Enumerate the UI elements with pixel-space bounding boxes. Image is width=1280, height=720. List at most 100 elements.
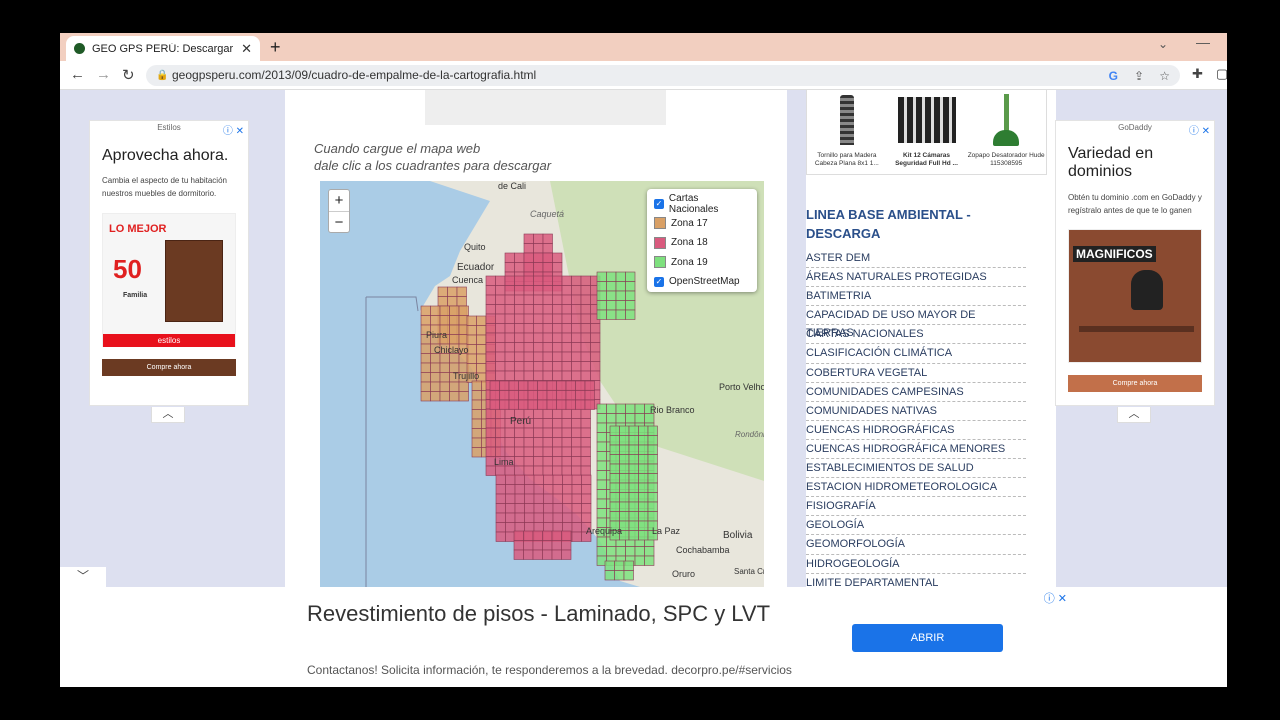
zone-19-cell[interactable]	[614, 560, 625, 571]
zone-18-cell[interactable]	[495, 484, 506, 495]
ad-image[interactable]: LO MEJOR 50 Familia estilos	[102, 212, 236, 347]
collapse-ad-chevron-icon[interactable]: ︿	[151, 407, 185, 423]
sidebar-link[interactable]: HIDROGEOLOGÍA	[806, 555, 1026, 574]
zone-17-cell[interactable]	[420, 372, 431, 383]
zone-17-cell[interactable]	[430, 372, 441, 383]
zone-19-cell[interactable]	[628, 444, 639, 455]
zone-18-cell[interactable]	[571, 522, 582, 533]
zone-18-cell[interactable]	[590, 370, 601, 381]
sidebar-link[interactable]: CLASIFICACIÓN CLIMÁTICA	[806, 344, 1026, 364]
zone-18-cell[interactable]	[571, 294, 582, 305]
zone-18-cell[interactable]	[542, 540, 553, 551]
ad-headline[interactable]: Aprovecha ahora.	[102, 147, 236, 165]
zone-18-cell[interactable]	[523, 275, 534, 286]
zone-18-cell[interactable]	[561, 323, 572, 334]
zone-18-cell[interactable]	[551, 540, 562, 551]
zone-18-cell[interactable]	[580, 418, 591, 429]
zone-18-cell[interactable]	[495, 418, 506, 429]
zone-18-cell[interactable]	[523, 313, 534, 324]
zone-18-cell[interactable]	[495, 351, 506, 362]
zone-18-cell[interactable]	[514, 427, 525, 438]
zone-18-cell[interactable]	[505, 512, 516, 523]
zone-18-cell[interactable]	[485, 370, 496, 381]
zone-18-cell[interactable]	[581, 503, 592, 514]
zone-18-cell[interactable]	[495, 446, 506, 457]
zone-18-cell[interactable]	[524, 493, 535, 504]
zone-18-cell[interactable]	[504, 262, 515, 273]
zone-18-cell[interactable]	[552, 285, 563, 296]
zone-17-cell[interactable]	[456, 296, 467, 307]
zoom-in-button[interactable]: +	[329, 190, 349, 211]
zone-18-cell[interactable]	[580, 313, 591, 324]
zone-19-cell[interactable]	[628, 520, 639, 531]
zone-18-cell[interactable]	[581, 493, 592, 504]
zone-18-cell[interactable]	[504, 342, 515, 353]
sidebar-link[interactable]: FISIOGRAFÍA	[806, 497, 1026, 517]
zone-18-cell[interactable]	[571, 427, 582, 438]
zone-17-cell[interactable]	[439, 362, 450, 373]
zone-18-cell[interactable]	[533, 427, 544, 438]
back-icon[interactable]: ←	[70, 66, 85, 83]
zone-17-cell[interactable]	[466, 325, 477, 336]
zone-18-cell[interactable]	[571, 370, 582, 381]
zone-18-cell[interactable]	[552, 332, 563, 343]
zone-18-cell[interactable]	[580, 437, 591, 448]
zone-18-cell[interactable]	[504, 332, 515, 343]
zone-17-cell[interactable]	[437, 286, 448, 297]
zone-18-cell[interactable]	[533, 522, 544, 533]
zone-18-cell[interactable]	[571, 361, 582, 372]
zone-19-cell[interactable]	[638, 501, 649, 512]
zone-17-cell[interactable]	[430, 315, 441, 326]
zone-18-cell[interactable]	[590, 332, 601, 343]
zone-18-cell[interactable]	[523, 540, 534, 551]
zone-19-cell[interactable]	[638, 482, 649, 493]
zone-18-cell[interactable]	[495, 437, 506, 448]
zone-18-cell[interactable]	[580, 456, 591, 467]
zone-19-cell[interactable]	[609, 454, 620, 465]
zone-19-cell[interactable]	[625, 309, 636, 320]
zone-18-cell[interactable]	[533, 474, 544, 485]
zone-18-cell[interactable]	[571, 313, 582, 324]
zone-18-cell[interactable]	[542, 456, 553, 467]
zone-19-cell[interactable]	[628, 473, 639, 484]
zone-18-cell[interactable]	[518, 380, 529, 391]
side-panel-icon[interactable]: ▢	[1216, 66, 1227, 82]
zone-18-cell[interactable]	[542, 427, 553, 438]
zone-18-cell[interactable]	[504, 313, 515, 324]
extensions-icon[interactable]: ✚	[1192, 66, 1203, 82]
zone-18-cell[interactable]	[543, 484, 554, 495]
zone-18-cell[interactable]	[518, 390, 529, 401]
zone-17-cell[interactable]	[449, 381, 460, 392]
zone-19-cell[interactable]	[596, 432, 607, 443]
zone-19-cell[interactable]	[596, 460, 607, 471]
zone-18-cell[interactable]	[514, 262, 525, 273]
zone-18-cell[interactable]	[552, 427, 563, 438]
sidebar-link[interactable]: CUENCAS HIDROGRÁFICAS	[806, 421, 1026, 440]
zone-18-cell[interactable]	[485, 285, 496, 296]
zone-19-cell[interactable]	[638, 492, 649, 503]
zone-18-cell[interactable]	[571, 531, 582, 542]
layer-cartas-nacionales[interactable]: ✓ Cartas Nacionales	[654, 193, 750, 215]
bookmark-star-icon[interactable]: ☆	[1159, 66, 1170, 87]
zone-17-cell[interactable]	[458, 381, 469, 392]
zone-18-cell[interactable]	[552, 361, 563, 372]
zone-19-cell[interactable]	[644, 555, 655, 566]
zone-18-cell[interactable]	[533, 456, 544, 467]
zone-19-cell[interactable]	[647, 435, 658, 446]
zone-18-cell[interactable]	[552, 370, 563, 381]
zone-19-cell[interactable]	[604, 570, 615, 581]
zone-18-cell[interactable]	[561, 549, 572, 560]
zone-18-cell[interactable]	[513, 540, 524, 551]
zone-18-cell[interactable]	[523, 456, 534, 467]
zone-18-cell[interactable]	[495, 313, 506, 324]
zone-18-cell[interactable]	[485, 294, 496, 305]
ad-cta-button[interactable]: Compre ahora	[102, 358, 236, 376]
zone-18-cell[interactable]	[514, 285, 525, 296]
zone-18-cell[interactable]	[552, 342, 563, 353]
zone-18-cell[interactable]	[495, 370, 506, 381]
zone-18-cell[interactable]	[580, 275, 591, 286]
zone-18-cell[interactable]	[495, 361, 506, 372]
zone-18-cell[interactable]	[562, 503, 573, 514]
zone-17-cell[interactable]	[476, 334, 487, 345]
zone-18-cell[interactable]	[561, 540, 572, 551]
